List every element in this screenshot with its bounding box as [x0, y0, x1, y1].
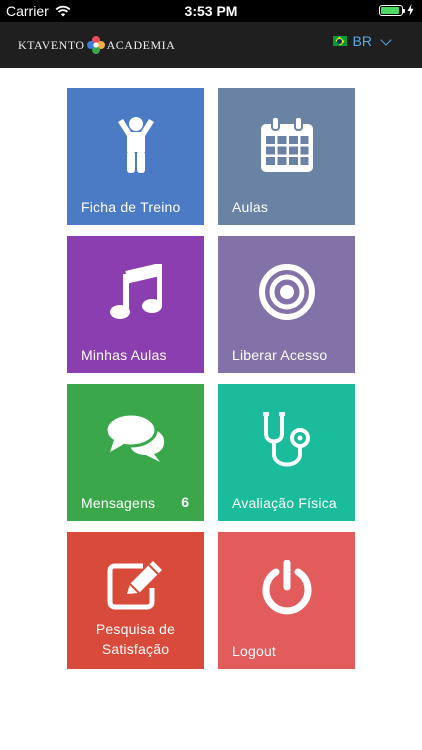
tile-label: Pesquisa de Satisfação — [67, 619, 204, 659]
chevron-down-icon — [380, 33, 392, 46]
logo-text-right: ACADEMIA — [106, 37, 176, 52]
academy-logo: KTAVENTO ACADEMIA — [18, 35, 175, 55]
tile-label-line-2: Satisfação — [101, 641, 170, 657]
tile-label: Avaliação Física — [232, 495, 337, 511]
battery-fill — [381, 6, 399, 14]
tile-liberar-acesso[interactable]: Liberar Acesso — [218, 236, 355, 373]
flower-logo-icon — [86, 36, 105, 54]
tile-label: Mensagens — [81, 495, 156, 511]
edit-icon — [107, 561, 162, 610]
language-code: BR — [352, 33, 372, 49]
person-icon — [117, 117, 154, 173]
power-icon — [262, 560, 311, 615]
app-header: KTAVENTO ACADEMIA BR — [0, 22, 422, 68]
menu-grid: Ficha de Treino Aulas Minhas Aulas Liber… — [67, 88, 355, 669]
chat-bubbles-icon — [105, 412, 164, 462]
battery-icon — [379, 4, 405, 16]
status-time: 3:53 PM — [184, 3, 238, 19]
charging-bolt-icon — [407, 4, 414, 16]
tile-ficha-de-treino[interactable]: Ficha de Treino — [67, 88, 204, 225]
status-bar: Carrier 3:53 PM — [0, 0, 422, 22]
tile-label: Ficha de Treino — [81, 199, 181, 215]
tile-logout[interactable]: Logout — [218, 532, 355, 669]
tile-label: Liberar Acesso — [232, 347, 328, 363]
unread-count-badge: 6 — [181, 494, 189, 510]
language-selector[interactable]: BR — [332, 33, 392, 49]
tile-aulas[interactable]: Aulas — [218, 88, 355, 225]
tile-label: Logout — [232, 643, 277, 659]
brazil-flag-icon — [332, 36, 347, 46]
calendar-icon — [260, 116, 313, 172]
tile-label: Aulas — [232, 199, 269, 215]
tile-pesquisa-de-satisfacao[interactable]: Pesquisa de Satisfação — [67, 532, 204, 669]
target-icon — [258, 264, 315, 320]
tile-minhas-aulas[interactable]: Minhas Aulas — [67, 236, 204, 373]
status-right — [379, 4, 414, 16]
tile-mensagens[interactable]: Mensagens 6 — [67, 384, 204, 521]
tile-avaliacao-fisica[interactable]: Avaliação Física — [218, 384, 355, 521]
music-note-icon — [109, 264, 162, 319]
stethoscope-icon — [262, 412, 310, 467]
logo-text-left: KTAVENTO — [18, 37, 85, 52]
tile-label-line-1: Pesquisa de — [95, 621, 176, 637]
tile-label: Minhas Aulas — [81, 347, 167, 363]
